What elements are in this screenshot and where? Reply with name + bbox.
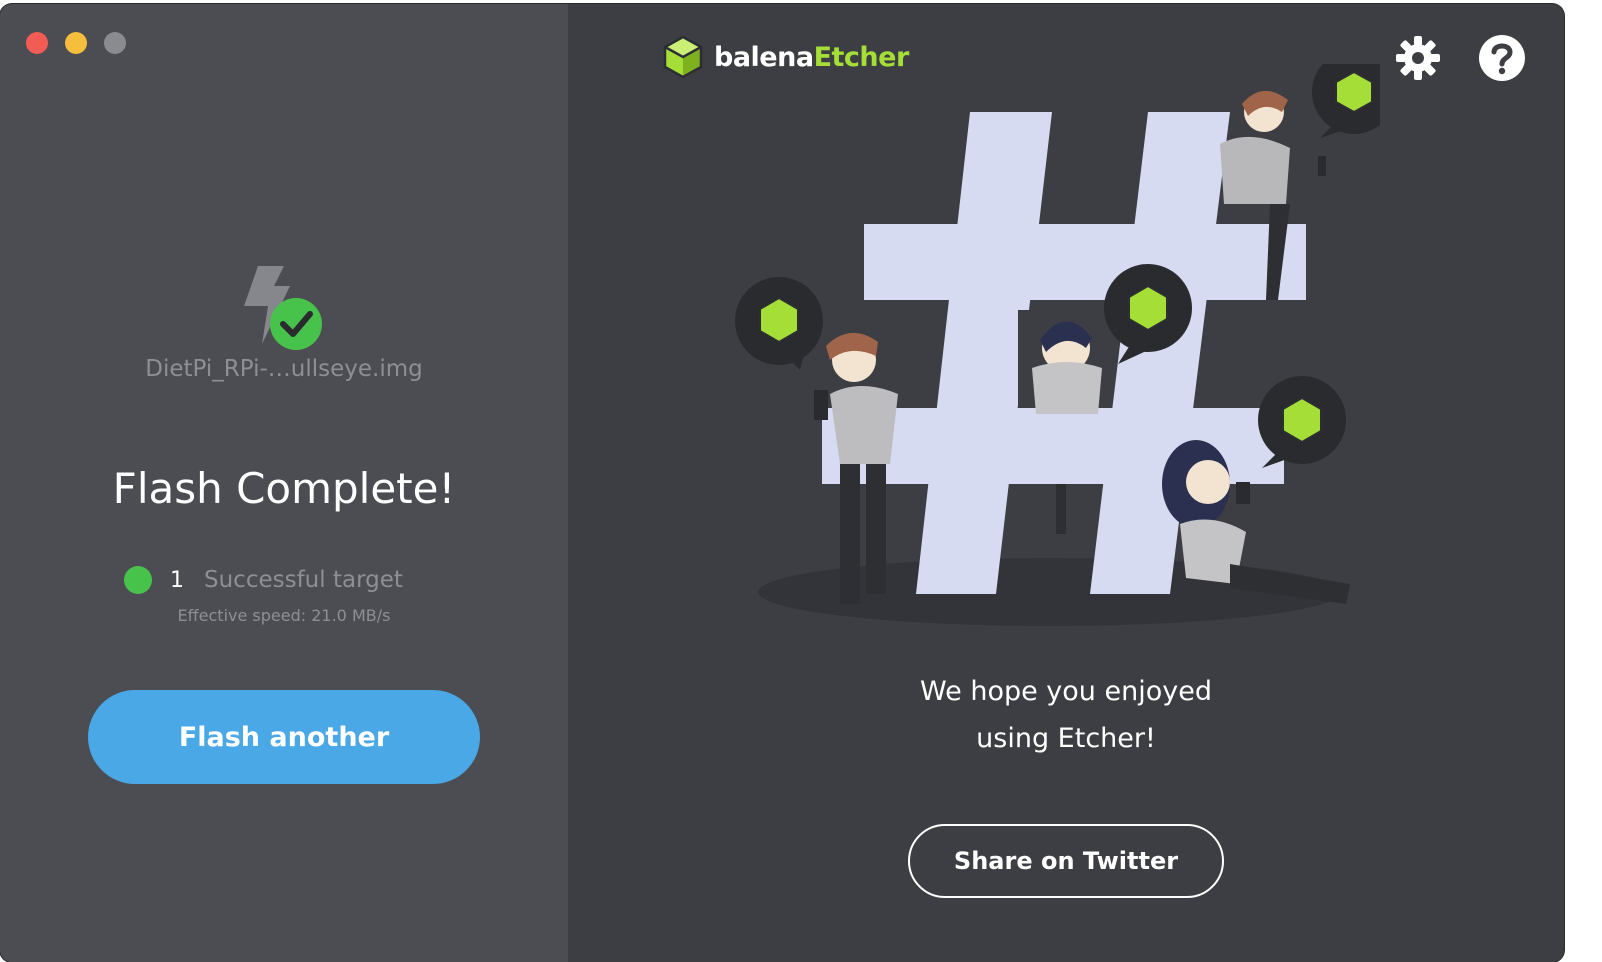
effective-speed: Effective speed: 21.0 MB/s	[177, 606, 391, 625]
target-status-row: 1 Successful target	[124, 564, 403, 596]
thank-you-line-1: We hope you enjoyed	[920, 676, 1212, 707]
flash-success-icon	[244, 266, 322, 350]
gear-icon[interactable]	[1394, 34, 1442, 82]
etcher-window: DietPi_RPi-…ullseye.img Flash Complete! …	[0, 4, 1564, 962]
window-maximize-button[interactable]	[104, 32, 126, 54]
balena-cube-icon	[663, 35, 703, 79]
question-circle-icon[interactable]	[1478, 34, 1526, 82]
thank-you-message: We hope you enjoyed using Etcher!	[866, 668, 1266, 762]
bubble-left	[735, 277, 823, 370]
window-close-button[interactable]	[26, 32, 48, 54]
success-status-dot	[124, 566, 152, 594]
share-on-twitter-button[interactable]: Share on Twitter	[908, 824, 1224, 898]
thank-you-line-2: using Etcher!	[976, 723, 1156, 754]
window-minimize-button[interactable]	[65, 32, 87, 54]
hashtag-community-illustration	[735, 64, 1380, 626]
bubble-top-right	[1312, 64, 1380, 138]
left-panel: DietPi_RPi-…ullseye.img Flash Complete! …	[0, 4, 568, 962]
target-count: 1	[170, 567, 184, 593]
flash-complete-title: Flash Complete!	[112, 464, 456, 513]
source-filename: DietPi_RPi-…ullseye.img	[145, 356, 423, 382]
target-label: Successful target	[204, 567, 403, 593]
flash-another-button[interactable]: Flash another	[88, 690, 480, 784]
